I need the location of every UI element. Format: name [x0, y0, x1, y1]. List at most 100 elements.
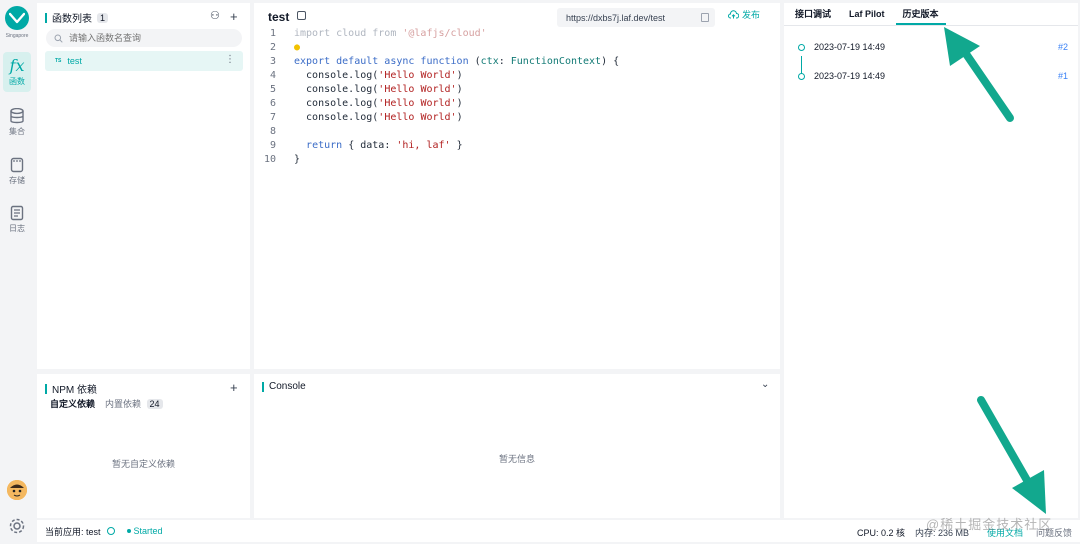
collapse-console-button[interactable]: ⌄ — [761, 379, 769, 390]
format-icon[interactable] — [297, 11, 306, 20]
function-list-title: 函数列表 — [52, 14, 92, 25]
database-icon — [10, 107, 24, 123]
console-panel: Console ⌄ 暂无信息 — [254, 374, 780, 518]
rail-item-label: 函数 — [9, 76, 25, 86]
rail-item-label: 存储 — [9, 175, 25, 185]
right-panel-tabs: 接口调试 Laf Pilot 历史版本 — [784, 3, 1078, 26]
kebab-menu-icon: ⋮ — [225, 54, 235, 65]
publish-label: 发布 — [742, 10, 761, 20]
version-time: 2023-07-19 14:49 — [814, 42, 886, 52]
current-app-label: 当前应用: test — [45, 526, 101, 537]
version-number: #1 — [1057, 71, 1068, 81]
function-url-text: https://dxbs7j.laf.dev/test — [566, 12, 666, 23]
avatar-icon — [7, 480, 27, 500]
line-number: 2 — [269, 42, 276, 53]
dependency-tabs: 自定义依赖 内置依赖 24 — [50, 397, 163, 410]
code-text: console.log('Hello World') — [294, 112, 463, 123]
chevron-down-icon: ⌄ — [761, 379, 770, 390]
more-options-button[interactable]: ⋮ — [225, 54, 235, 65]
npm-dependencies-panel: NPM 依赖 + 自定义依赖 内置依赖 24 暂无自定义依赖 — [37, 374, 250, 518]
builtin-count-badge: 24 — [146, 399, 163, 409]
version-item[interactable]: 2023-07-19 14:49 #2 — [798, 40, 1068, 54]
rail-item-collections[interactable]: 集合 — [3, 102, 31, 142]
line-number: 3 — [269, 56, 276, 67]
rail-item-storage[interactable]: 存储 — [3, 151, 31, 191]
dependency-graph-button[interactable]: ⚇ — [210, 9, 220, 22]
gear-icon — [9, 518, 25, 534]
status-bar: 当前应用: test Started CPU: 0.2 核 内存: 236 MB… — [37, 520, 1080, 542]
function-name: test — [67, 56, 82, 66]
code-text: } — [294, 154, 301, 165]
version-time: 2023-07-19 14:49 — [814, 71, 886, 81]
tab-builtin-deps[interactable]: 内置依赖 24 — [105, 397, 163, 410]
status-dot-icon — [126, 529, 131, 533]
laf-logo[interactable] — [5, 6, 29, 30]
plus-icon: + — [230, 380, 238, 395]
code-line: 1 import cloud from '@lafjs/cloud' — [254, 28, 487, 42]
rail-item-functions[interactable]: fx 函数 — [3, 52, 31, 92]
code-text: console.log('Hello World') — [294, 84, 463, 95]
avatar[interactable] — [7, 480, 27, 500]
line-number: 9 — [269, 140, 276, 151]
code-text: export default async function (ctx: Func… — [294, 56, 620, 67]
code-line: 4 console.log('Hello World') — [254, 70, 463, 84]
function-search[interactable] — [46, 29, 242, 47]
line-number: 8 — [269, 126, 276, 137]
rail-item-logs[interactable]: 日志 — [3, 199, 31, 239]
app-status-text: Started — [133, 526, 163, 536]
console-title: Console — [269, 381, 306, 392]
code-line: 10} — [254, 154, 300, 168]
storage-icon — [10, 157, 24, 172]
cpu-usage: CPU: 0.2 核 — [857, 528, 906, 538]
line-number: 6 — [269, 98, 276, 109]
function-fx-icon: fx — [9, 55, 25, 75]
add-function-button[interactable]: + — [230, 9, 238, 24]
ts-icon: TS — [55, 58, 62, 64]
npm-empty-text: 暂无自定义依赖 — [111, 459, 175, 469]
code-line: 7 console.log('Hello World') — [254, 112, 463, 126]
editor-title: test — [268, 10, 290, 24]
code-text: return { data: 'hi, laf' } — [306, 140, 463, 151]
lightbulb-icon[interactable]: ● — [294, 42, 300, 56]
tab-laf-pilot[interactable]: Laf Pilot — [842, 3, 892, 25]
tab-custom-deps[interactable]: 自定义依赖 — [50, 397, 95, 410]
code-text: console.log('Hello World') — [294, 70, 463, 81]
line-number: 10 — [263, 154, 276, 165]
function-item-test[interactable]: TS test ⋮ — [45, 51, 243, 71]
graph-icon: ⚇ — [210, 10, 220, 22]
publish-button[interactable]: 发布 — [728, 8, 760, 21]
npm-header: NPM 依赖 — [45, 381, 97, 396]
settings-button[interactable] — [8, 517, 26, 538]
plus-icon: + — [230, 9, 238, 24]
info-icon[interactable] — [106, 527, 115, 535]
line-number: 1 — [269, 28, 276, 39]
app-status: Started — [126, 526, 163, 536]
code-line: 6 console.log('Hello World') — [254, 98, 463, 112]
code-text: console.log('Hello World') — [294, 98, 463, 109]
function-url[interactable]: https://dxbs7j.laf.dev/test — [557, 8, 715, 27]
rail-item-label: 日志 — [9, 223, 25, 233]
accent-bar — [45, 383, 47, 394]
history-panel: 接口调试 Laf Pilot 历史版本 2023-07-19 14:49 #2 … — [784, 3, 1078, 518]
add-dependency-button[interactable]: + — [230, 380, 238, 395]
accent-bar — [262, 381, 264, 392]
code-line: 5 console.log('Hello World') — [254, 84, 463, 98]
code-text: import cloud from '@lafjs/cloud' — [294, 28, 487, 39]
line-number: 5 — [269, 84, 276, 95]
npm-title: NPM 依赖 — [52, 385, 97, 396]
builtin-deps-label: 内置依赖 — [105, 399, 142, 409]
tab-history-versions[interactable]: 历史版本 — [895, 3, 946, 25]
copy-icon[interactable] — [701, 13, 709, 22]
version-number: #2 — [1057, 42, 1068, 52]
accent-bar — [45, 12, 47, 23]
function-count-badge: 1 — [97, 12, 109, 23]
code-line: 8 — [254, 126, 294, 140]
version-item[interactable]: 2023-07-19 14:49 #1 — [798, 69, 1068, 83]
function-search-input[interactable] — [69, 33, 229, 43]
rail-item-label: 集合 — [9, 126, 25, 136]
timeline-dot-icon — [798, 72, 805, 80]
function-list-header: 函数列表 1 — [45, 10, 109, 25]
tab-api-debug[interactable]: 接口调试 — [788, 3, 838, 25]
left-rail: Singapore fx 函数 集合 存储 日志 — [0, 0, 34, 544]
function-list-panel: 函数列表 1 ⚇ + TS test ⋮ — [37, 3, 250, 369]
